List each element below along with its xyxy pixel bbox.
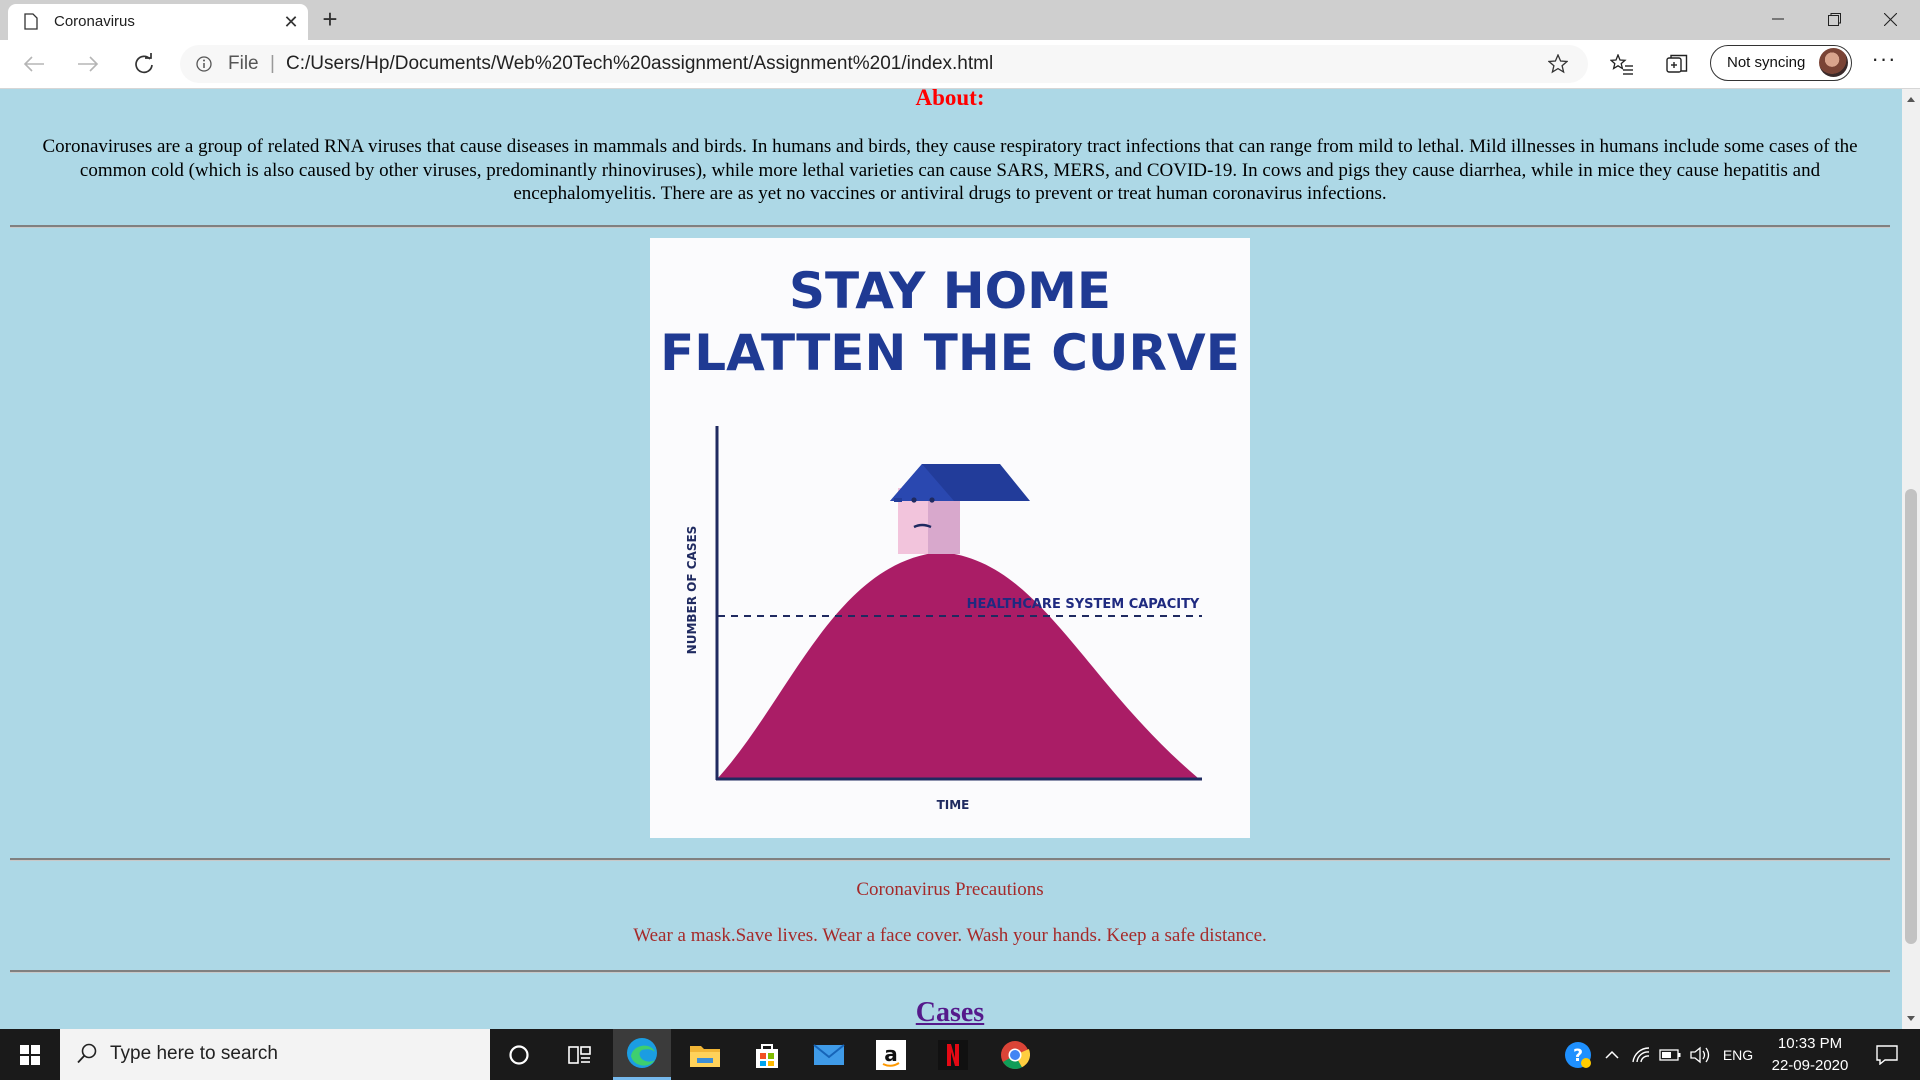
add-favorite-star-icon[interactable]	[1548, 54, 1568, 74]
clock-time[interactable]: 10:33 PM	[1760, 1035, 1860, 1052]
taskbar-file-explorer[interactable]	[676, 1029, 734, 1080]
collections-icon	[1666, 54, 1688, 73]
scroll-up-arrow-icon[interactable]	[1907, 97, 1915, 102]
x-axis-label: TIME	[937, 798, 970, 812]
page-icon	[24, 13, 38, 30]
browser-toolbar: File | C:/Users/Hp/Documents/Web%20Tech%…	[0, 40, 1920, 89]
precautions-title: Coronavirus Precautions	[856, 879, 1044, 900]
about-heading: About:	[915, 89, 985, 110]
tab-title: Coronavirus	[54, 13, 135, 30]
cortana-button[interactable]	[490, 1029, 548, 1080]
chrome-icon	[1001, 1040, 1030, 1069]
settings-more-button[interactable]: ···	[1868, 48, 1900, 78]
cases-link[interactable]: Cases	[0, 997, 1900, 1029]
favorites-list-icon	[1610, 54, 1633, 75]
back-button[interactable]	[18, 50, 50, 78]
netflix-icon	[938, 1039, 968, 1070]
mail-icon	[813, 1043, 845, 1065]
restore-icon	[1827, 12, 1841, 26]
action-center-button[interactable]	[1862, 1029, 1912, 1080]
help-tray-button[interactable]: ?	[1560, 1029, 1596, 1080]
restore-button[interactable]	[1806, 0, 1862, 38]
battery-tray-button[interactable]	[1656, 1029, 1684, 1080]
forward-arrow-icon	[78, 56, 99, 72]
network-tray-button[interactable]	[1628, 1029, 1654, 1080]
edge-icon	[627, 1038, 657, 1068]
close-window-button[interactable]	[1862, 0, 1918, 38]
speaker-icon	[1690, 1046, 1710, 1063]
refresh-button[interactable]	[128, 50, 160, 78]
profile-sync-button[interactable]: Not syncing	[1710, 45, 1852, 81]
show-hidden-icons-button[interactable]	[1600, 1029, 1624, 1080]
info-icon[interactable]	[196, 56, 212, 72]
svg-text:a: a	[884, 1042, 898, 1066]
precautions-text: Wear a mask.Save lives. Wear a face cove…	[633, 925, 1267, 946]
address-separator: |	[270, 53, 275, 74]
file-scheme-label: File	[228, 53, 259, 74]
url-text[interactable]: C:/Users/Hp/Documents/Web%20Tech%20assig…	[286, 53, 993, 75]
horizontal-divider	[10, 225, 1890, 228]
volume-tray-button[interactable]	[1688, 1029, 1714, 1080]
task-view-icon	[568, 1045, 591, 1064]
tab-bar: Coronavirus ✕ +	[0, 0, 1920, 40]
tab-coronavirus[interactable]: Coronavirus ✕	[8, 4, 308, 40]
windows-taskbar: Type here to search a ? ENG 10:33 PM 22-…	[0, 1029, 1920, 1080]
horizontal-divider	[10, 858, 1890, 861]
collections-button[interactable]	[1664, 52, 1690, 78]
poster-title-line2: FLATTEN THE CURVE	[660, 324, 1240, 382]
wifi-icon	[1632, 1046, 1650, 1062]
minimize-button[interactable]	[1750, 0, 1806, 38]
favorites-button[interactable]	[1609, 52, 1635, 78]
notification-icon	[1876, 1044, 1898, 1065]
taskbar-netflix[interactable]	[924, 1029, 982, 1080]
page-viewport: About: Coronaviruses are a group of rela…	[0, 89, 1902, 1029]
scroll-down-arrow-icon[interactable]	[1907, 1016, 1915, 1021]
clock-date[interactable]: 22-09-2020	[1760, 1057, 1860, 1074]
file-explorer-icon	[690, 1045, 720, 1067]
capacity-label: HEALTHCARE SYSTEM CAPACITY	[967, 597, 1200, 612]
back-arrow-icon	[23, 56, 44, 72]
taskbar-store[interactable]	[738, 1029, 796, 1080]
new-tab-button[interactable]: +	[316, 6, 344, 34]
address-bar[interactable]: File | C:/Users/Hp/Documents/Web%20Tech%…	[180, 45, 1588, 83]
scrollbar-thumb[interactable]	[1905, 489, 1917, 944]
y-axis-label: NUMBER OF CASES	[685, 526, 699, 655]
taskbar-search-box[interactable]: Type here to search	[60, 1029, 490, 1080]
battery-icon	[1659, 1048, 1681, 1061]
search-placeholder: Type here to search	[110, 1043, 278, 1064]
taskbar-amazon[interactable]: a	[862, 1029, 920, 1080]
page-scrollbar[interactable]	[1902, 89, 1920, 1029]
amazon-icon: a	[876, 1039, 906, 1070]
chevron-up-icon	[1605, 1050, 1619, 1059]
sync-status-label: Not syncing	[1727, 54, 1806, 71]
cortana-icon	[509, 1044, 529, 1065]
poster-title-line1: STAY HOME	[789, 262, 1111, 320]
horizontal-divider	[10, 970, 1890, 973]
start-button[interactable]	[0, 1029, 60, 1080]
taskbar-edge[interactable]	[613, 1029, 671, 1080]
forward-button[interactable]	[72, 50, 104, 78]
language-indicator[interactable]: ENG	[1718, 1029, 1758, 1080]
taskbar-mail[interactable]	[800, 1029, 858, 1080]
stay-home-flatten-curve-poster: STAY HOME FLATTEN THE CURVE HEALTHCARE S…	[650, 238, 1250, 838]
about-paragraph: Coronaviruses are a group of related RNA…	[42, 136, 1858, 204]
close-icon	[1883, 12, 1897, 26]
taskbar-chrome[interactable]	[986, 1029, 1044, 1080]
task-view-button[interactable]	[551, 1029, 609, 1080]
refresh-icon	[135, 53, 153, 74]
profile-avatar	[1819, 48, 1848, 77]
windows-logo-icon	[20, 1044, 40, 1065]
store-icon	[756, 1043, 778, 1068]
search-icon	[77, 1043, 97, 1064]
help-icon: ?	[1565, 1041, 1591, 1068]
close-tab-icon[interactable]: ✕	[280, 11, 302, 33]
minimize-icon	[1772, 18, 1784, 20]
